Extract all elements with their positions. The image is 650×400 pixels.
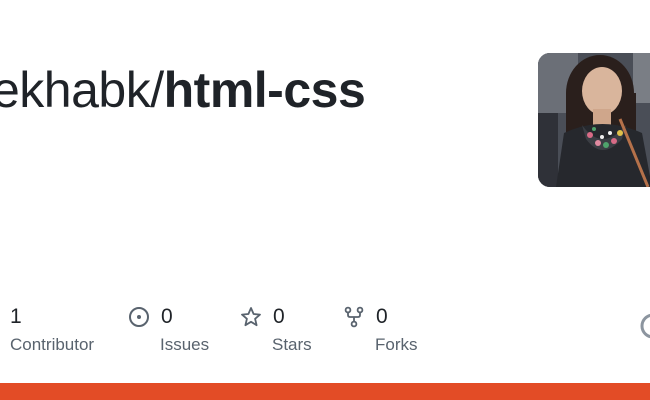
stars-count: 0 xyxy=(273,305,285,328)
stars-stat[interactable]: 0 Stars xyxy=(240,303,312,355)
forks-stat[interactable]: 0 Forks xyxy=(343,303,418,355)
repo-forked-icon xyxy=(343,306,365,328)
repo-name[interactable]: html-css xyxy=(164,62,366,118)
stars-label: Stars xyxy=(272,335,312,354)
contributors-stat[interactable]: 1 Contributor xyxy=(10,303,94,355)
star-icon xyxy=(240,306,262,328)
owner-avatar[interactable] xyxy=(538,53,650,187)
social-preview-card: ekhabk/html-css 1 Contributor 0 Issues 0… xyxy=(0,0,650,400)
issue-opened-icon xyxy=(128,306,150,328)
repo-owner[interactable]: ekhabk xyxy=(0,62,151,118)
issues-label: Issues xyxy=(160,335,210,354)
issues-stat[interactable]: 0 Issues xyxy=(128,303,209,355)
repo-separator: / xyxy=(150,62,164,118)
contributors-label: Contributor xyxy=(10,335,95,354)
github-logo-icon xyxy=(640,313,650,339)
issues-count: 0 xyxy=(161,305,173,328)
contributors-count: 1 xyxy=(10,305,22,328)
forks-label: Forks xyxy=(375,335,418,354)
repo-title[interactable]: ekhabk/html-css xyxy=(0,58,366,122)
forks-count: 0 xyxy=(376,305,388,328)
language-color-bar xyxy=(0,383,650,400)
